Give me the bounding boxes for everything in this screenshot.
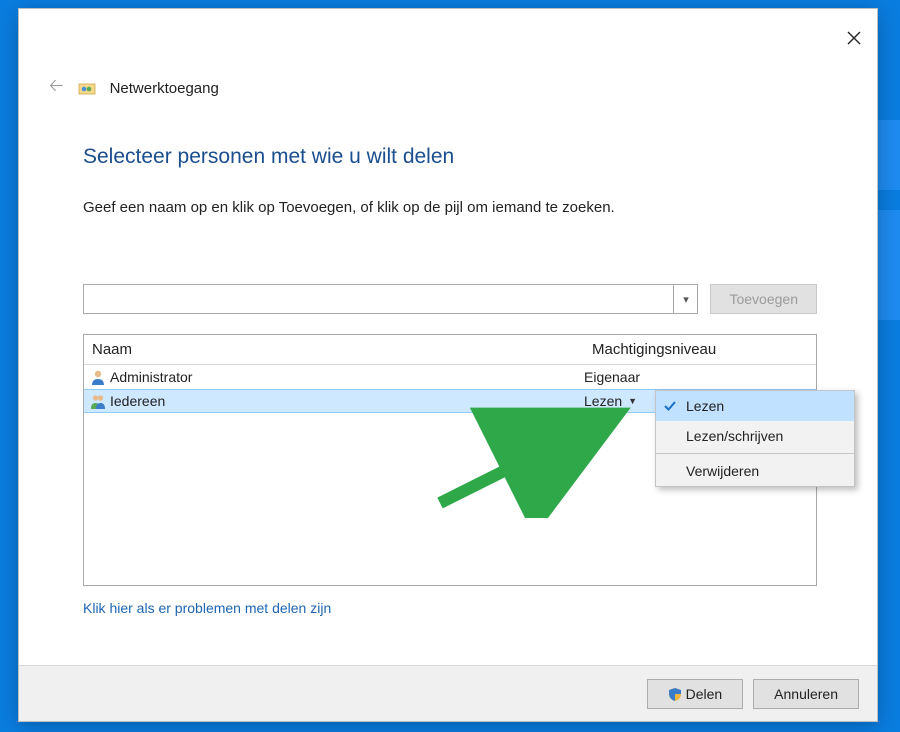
add-user-row: ▾ Toevoegen (83, 284, 817, 314)
header-title: Netwerktoegang (110, 80, 219, 97)
share-button[interactable]: Delen (647, 679, 744, 709)
table-header: Naam Machtigingsniveau (84, 335, 816, 365)
permission-value: Eigenaar (584, 369, 640, 385)
close-icon (847, 31, 861, 45)
menu-item-remove[interactable]: Verwijderen (656, 456, 854, 486)
permission-value: Lezen (584, 393, 622, 409)
user-name: Iedereen (110, 393, 165, 409)
dialog-window: 🡠 Netwerktoegang Selecteer personen met … (18, 8, 878, 722)
share-button-label: Delen (686, 686, 723, 702)
caret-down-icon: ▼ (628, 396, 637, 406)
network-access-icon (78, 79, 96, 97)
col-header-permission[interactable]: Machtigingsniveau (584, 341, 816, 358)
cancel-button[interactable]: Annuleren (753, 679, 859, 709)
menu-item-label: Lezen (686, 398, 724, 414)
group-icon (90, 393, 106, 409)
instruction-text: Geef een naam op en klik op Toevoegen, o… (83, 199, 817, 216)
back-arrow-icon[interactable]: 🡠 (49, 73, 64, 103)
content-area: Selecteer personen met wie u wilt delen … (19, 103, 877, 616)
permission-dropdown-menu: Lezen Lezen/schrijven Verwijderen (655, 390, 855, 487)
name-input[interactable] (84, 285, 673, 313)
col-header-name[interactable]: Naam (84, 341, 584, 358)
combo-dropdown-button[interactable]: ▾ (673, 285, 697, 313)
menu-item-label: Verwijderen (686, 463, 759, 479)
cell-permission: Eigenaar (584, 369, 816, 385)
check-icon (663, 399, 677, 413)
name-combobox[interactable]: ▾ (83, 284, 698, 314)
menu-item-readwrite[interactable]: Lezen/schrijven (656, 421, 854, 451)
footer: Delen Annuleren (19, 665, 877, 721)
cell-name: Iedereen (84, 393, 584, 409)
close-button[interactable] (845, 29, 863, 47)
menu-item-label: Lezen/schrijven (686, 428, 783, 444)
shield-icon (668, 687, 682, 701)
menu-divider (656, 453, 854, 454)
troubleshoot-link[interactable]: Klik hier als er problemen met delen zij… (83, 600, 817, 616)
menu-item-read[interactable]: Lezen (656, 391, 854, 421)
cell-name: Administrator (84, 369, 584, 385)
user-name: Administrator (110, 369, 192, 385)
titlebar (19, 9, 877, 71)
main-heading: Selecteer personen met wie u wilt delen (83, 145, 817, 169)
chevron-down-icon: ▾ (683, 293, 689, 306)
header: 🡠 Netwerktoegang (19, 71, 877, 103)
table-row[interactable]: Administrator Eigenaar (84, 365, 816, 389)
user-icon (90, 369, 106, 385)
add-button[interactable]: Toevoegen (710, 284, 817, 314)
